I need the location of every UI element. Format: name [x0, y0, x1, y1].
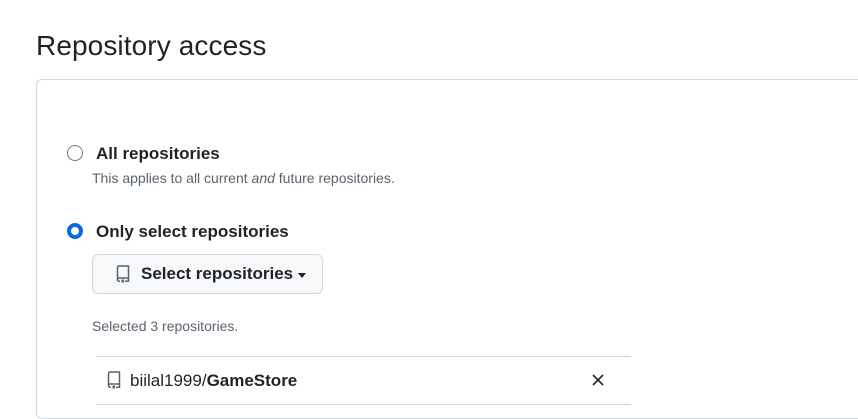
repo-icon — [115, 265, 131, 283]
caret-down-icon — [298, 272, 307, 278]
note-text: This applies to all current — [92, 170, 252, 186]
page-title: Repository access — [36, 30, 267, 61]
select-repositories-button[interactable]: Select repositories — [92, 254, 323, 294]
repo-icon — [106, 371, 122, 389]
list-item: biilal1999/GameStore — [96, 357, 631, 405]
select-repositories-label: Select repositories — [141, 264, 294, 283]
only-select-repositories-radio[interactable] — [67, 223, 83, 239]
all-repositories-label[interactable]: All repositories — [96, 144, 220, 164]
repository-name: biilal1999/GameStore — [130, 371, 297, 391]
repository-title: GameStore — [206, 371, 298, 390]
all-repositories-note: This applies to all current and future r… — [92, 170, 395, 186]
repository-owner: biilal1999/ — [130, 371, 207, 390]
close-icon[interactable] — [590, 372, 606, 388]
note-text: future repositories. — [274, 170, 395, 186]
only-select-repositories-label[interactable]: Only select repositories — [96, 222, 289, 242]
note-emphasis: and — [251, 170, 275, 186]
selected-repositories-list: biilal1999/GameStore — [96, 356, 631, 405]
selected-count-text: Selected 3 repositories. — [92, 318, 239, 334]
all-repositories-radio[interactable] — [67, 145, 83, 161]
